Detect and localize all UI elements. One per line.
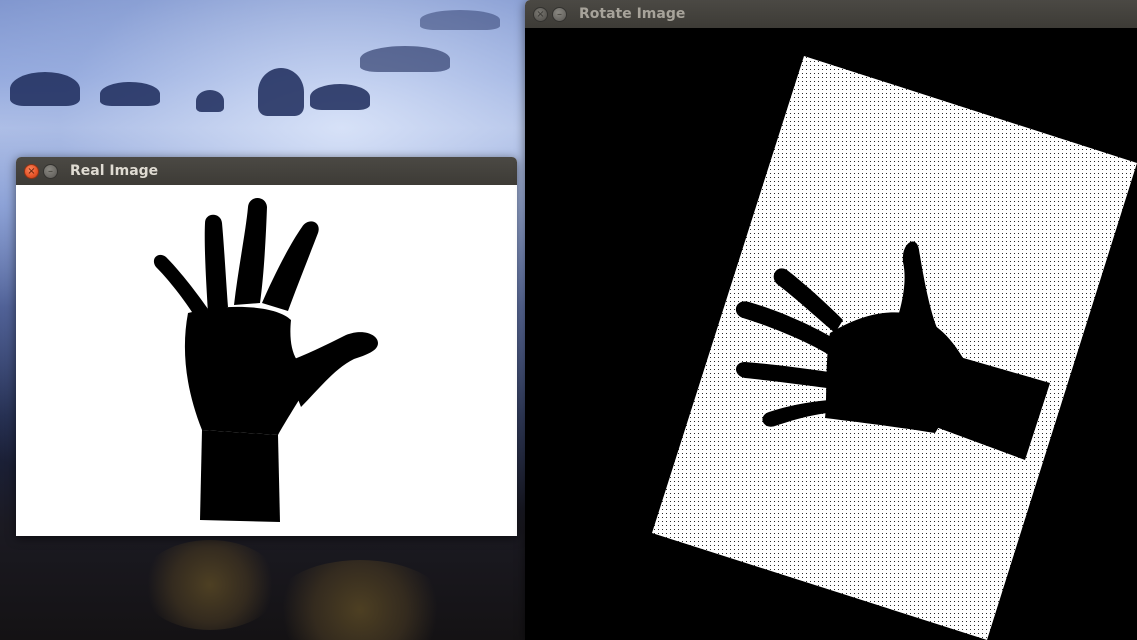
minimize-icon: – [557, 9, 562, 20]
real-image-titlebar[interactable]: × – Real Image [16, 157, 517, 186]
close-icon: × [536, 9, 545, 20]
wallpaper-tree [310, 84, 370, 110]
rotate-image-title: Rotate Image [579, 6, 686, 22]
close-icon: × [27, 166, 36, 177]
hand-silhouette-image [153, 198, 378, 522]
minimize-icon: – [48, 166, 53, 177]
wallpaper-tree [420, 10, 500, 30]
wallpaper-foliage [140, 540, 280, 630]
wallpaper-tree [196, 90, 224, 112]
wallpaper-tree [100, 82, 160, 106]
wallpaper-tree [360, 46, 450, 72]
rotate-image-titlebar[interactable]: × – Rotate Image [525, 0, 1137, 29]
wallpaper-tree [258, 68, 304, 116]
rotate-image-canvas[interactable] [525, 28, 1137, 640]
real-image-close-button[interactable]: × [24, 164, 39, 179]
wallpaper-tree [10, 72, 80, 106]
real-image-title: Real Image [70, 163, 159, 179]
rotate-image-window[interactable]: × – Rotate Image [525, 0, 1137, 640]
wallpaper-foliage [270, 560, 450, 640]
real-image-minimize-button[interactable]: – [43, 164, 58, 179]
rotate-image-close-button[interactable]: × [533, 7, 548, 22]
rotate-image-minimize-button[interactable]: – [552, 7, 567, 22]
hand-silhouette [153, 198, 378, 522]
real-image-window[interactable]: × – Real Image [16, 157, 517, 536]
rotated-image [652, 56, 1137, 640]
real-image-canvas[interactable] [16, 185, 517, 536]
